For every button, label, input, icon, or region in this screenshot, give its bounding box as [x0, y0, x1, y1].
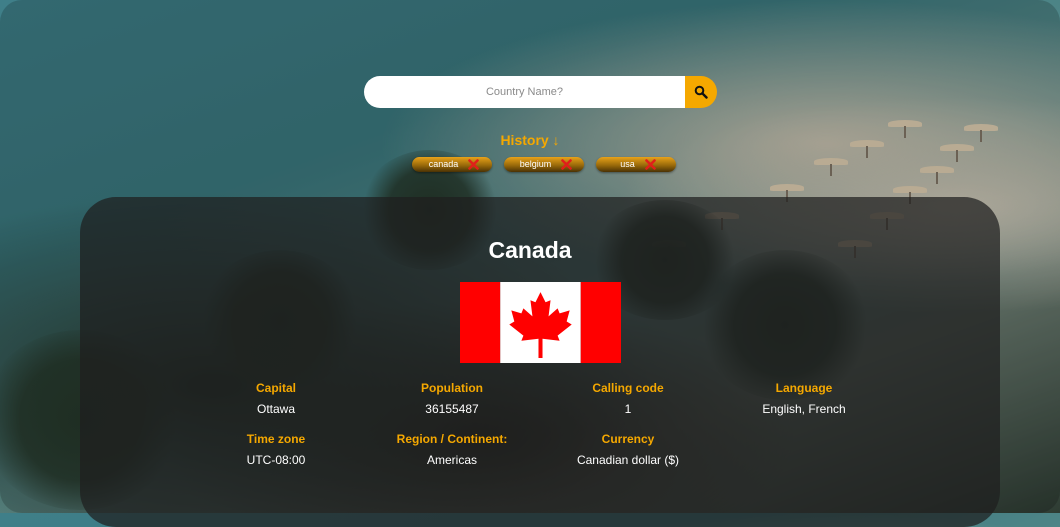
- search-button[interactable]: [685, 76, 717, 108]
- history-title: History ↓: [500, 132, 560, 148]
- info-currency: Currency Canadian dollar ($): [518, 432, 738, 467]
- country-search-input[interactable]: [364, 76, 685, 108]
- history-chip-label: canada: [428, 159, 459, 169]
- info-language: Language English, French: [694, 381, 914, 416]
- search-bar: [364, 76, 717, 108]
- close-x-icon: [468, 159, 480, 170]
- close-x-icon: [561, 159, 573, 170]
- canada-flag: [460, 282, 621, 363]
- search-icon: [694, 85, 708, 99]
- close-x-icon: [644, 159, 656, 170]
- remove-history-button[interactable]: [644, 159, 656, 170]
- info-label: Language: [775, 381, 833, 395]
- info-label: Currency: [601, 432, 655, 446]
- info-value: English, French: [762, 402, 846, 416]
- history-list: canada belgium usa: [412, 157, 676, 172]
- remove-history-button[interactable]: [468, 159, 480, 170]
- history-chip-label: belgium: [519, 159, 552, 169]
- history-chip-canada[interactable]: canada: [412, 157, 492, 172]
- history-chip-usa[interactable]: usa: [596, 157, 676, 172]
- info-value: Canadian dollar ($): [576, 453, 680, 467]
- history-chip-label: usa: [620, 159, 635, 169]
- country-name: Canada: [488, 237, 572, 263]
- remove-history-button[interactable]: [561, 159, 573, 170]
- history-chip-belgium[interactable]: belgium: [504, 157, 584, 172]
